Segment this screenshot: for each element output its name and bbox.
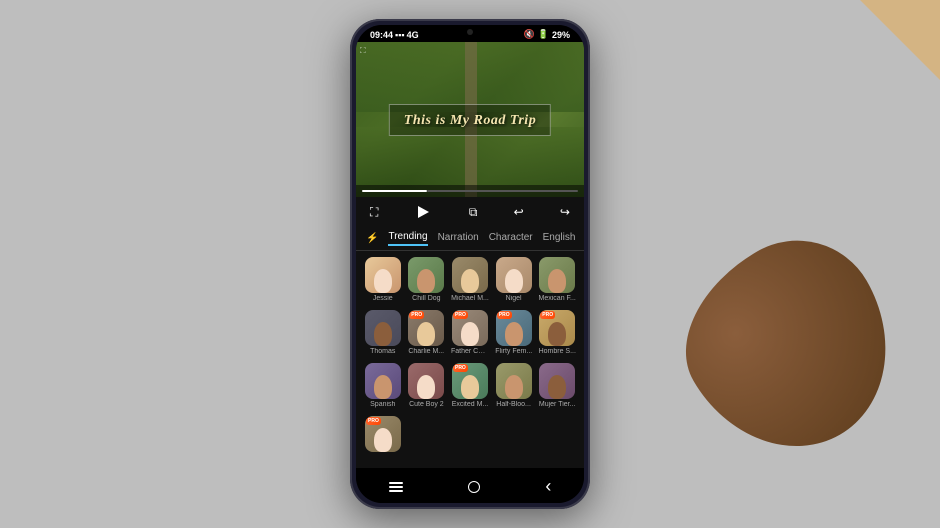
voice-thomas[interactable]: Thomas bbox=[364, 310, 402, 355]
video-title-text: This is My Road Trip bbox=[404, 113, 536, 128]
nav-home-circle bbox=[468, 481, 480, 493]
pro-badge-flirtyfem: PRO bbox=[497, 311, 512, 319]
voice-row-3: Spanish Cute Boy 2 PRO Excited M... bbox=[364, 363, 576, 408]
signal-icon: ▪▪▪ bbox=[395, 30, 405, 40]
fullscreen-icon[interactable]: ⛶ bbox=[360, 46, 366, 56]
voice-name-jessie: Jessie bbox=[364, 295, 402, 302]
timeline-progress bbox=[362, 190, 427, 192]
tab-narration[interactable]: Narration bbox=[438, 232, 479, 245]
status-bar: 09:44 ▪▪▪ 4G 🔇 🔋 29% bbox=[356, 25, 584, 42]
voice-name-halfblood: Half-Bloo... bbox=[495, 401, 533, 408]
voice-hombres[interactable]: PRO Hombre S... bbox=[539, 310, 577, 355]
voice-spanish[interactable]: Spanish bbox=[364, 363, 402, 408]
voice-avatar-extra1: PRO bbox=[365, 416, 401, 452]
voice-avatar-mexicanf bbox=[539, 257, 575, 293]
voice-name-nigel: Nigel bbox=[495, 295, 533, 302]
redo-btn[interactable]: ↪ bbox=[560, 205, 570, 219]
undo-btn[interactable]: ↩ bbox=[514, 205, 524, 219]
voice-avatar-halfblood bbox=[496, 363, 532, 399]
voice-charliem[interactable]: PRO Charlie M... bbox=[408, 310, 446, 355]
voice-avatar-mujertier bbox=[539, 363, 575, 399]
voice-name-mujertier: Mujer Tier... bbox=[538, 401, 576, 408]
phone-screen: 09:44 ▪▪▪ 4G 🔇 🔋 29% ⛶ This is My Road T… bbox=[356, 25, 584, 503]
playback-controls: ⛶ ⧉ ↩ ↪ bbox=[356, 197, 584, 227]
video-preview[interactable]: ⛶ This is My Road Trip bbox=[356, 42, 584, 197]
status-left: 09:44 ▪▪▪ 4G bbox=[370, 30, 419, 40]
voice-name-thomas: Thomas bbox=[364, 348, 402, 355]
voice-flirtyfem[interactable]: PRO Flirty Fem... bbox=[495, 310, 533, 355]
voice-fatherchr[interactable]: PRO Father Chr... bbox=[451, 310, 489, 355]
voice-grid: Jessie Chill Dog Michael M... bbox=[356, 251, 584, 468]
video-title-overlay: This is My Road Trip bbox=[389, 104, 551, 136]
voice-name-excitedm: Excited M... bbox=[451, 401, 489, 408]
voice-avatar-spanish bbox=[365, 363, 401, 399]
voice-mujertier[interactable]: Mujer Tier... bbox=[538, 363, 576, 408]
voice-excitedm[interactable]: PRO Excited M... bbox=[451, 363, 489, 408]
voice-name-cuteboy2: Cute Boy 2 bbox=[408, 401, 446, 408]
filter-icon[interactable]: ⚡ bbox=[366, 233, 378, 244]
voice-avatar-thomas bbox=[365, 310, 401, 346]
bottom-nav: ‹ bbox=[356, 468, 584, 503]
voice-row-4: PRO bbox=[364, 416, 576, 454]
voice-chilldog[interactable]: Chill Dog bbox=[408, 257, 446, 302]
nav-home-button[interactable] bbox=[468, 481, 480, 493]
copy-btn[interactable]: ⧉ bbox=[469, 205, 478, 220]
voice-halfblood[interactable]: Half-Bloo... bbox=[495, 363, 533, 408]
voice-avatar-chilldog bbox=[408, 257, 444, 293]
voice-name-fatherchr: Father Chr... bbox=[451, 348, 489, 355]
voice-avatar-jessie bbox=[365, 257, 401, 293]
voice-avatar-fatherchr: PRO bbox=[452, 310, 488, 346]
volume-icon: 🔇 bbox=[524, 29, 535, 40]
voice-avatar-charliem: PRO bbox=[408, 310, 444, 346]
pro-badge-excitedm: PRO bbox=[453, 364, 468, 372]
tab-character[interactable]: Character bbox=[489, 232, 533, 245]
voice-cuteboy2[interactable]: Cute Boy 2 bbox=[408, 363, 446, 408]
fullscreen-control-btn[interactable]: ⛶ bbox=[370, 205, 378, 220]
voice-name-chilldog: Chill Dog bbox=[408, 295, 446, 302]
tab-english[interactable]: English bbox=[543, 232, 576, 245]
voice-extra1[interactable]: PRO bbox=[364, 416, 402, 454]
battery-icon: 🔋 bbox=[538, 29, 549, 40]
voice-name-flirtyfem: Flirty Fem... bbox=[495, 348, 533, 355]
voice-avatar-nigel bbox=[496, 257, 532, 293]
tab-trending[interactable]: Trending bbox=[388, 231, 427, 246]
pro-badge-hombres: PRO bbox=[540, 311, 555, 319]
status-right: 🔇 🔋 29% bbox=[524, 29, 570, 40]
voice-tabs: ⚡ Trending Narration Character English ✓ bbox=[356, 227, 584, 251]
voice-name-spanish: Spanish bbox=[364, 401, 402, 408]
voice-name-mexicanf: Mexican F... bbox=[538, 295, 576, 302]
voice-nigel[interactable]: Nigel bbox=[495, 257, 533, 302]
timeline-strip[interactable] bbox=[356, 185, 584, 197]
phone-device: 09:44 ▪▪▪ 4G 🔇 🔋 29% ⛶ This is My Road T… bbox=[350, 19, 590, 509]
network-type: 4G bbox=[407, 30, 419, 40]
nav-back-button[interactable]: ‹ bbox=[545, 476, 551, 497]
voice-avatar-flirtyfem: PRO bbox=[496, 310, 532, 346]
voice-name-michaelm: Michael M... bbox=[451, 295, 489, 302]
voice-avatar-cuteboy2 bbox=[408, 363, 444, 399]
voice-avatar-michaelm bbox=[452, 257, 488, 293]
voice-row-1: Jessie Chill Dog Michael M... bbox=[364, 257, 576, 302]
play-button[interactable] bbox=[415, 203, 433, 221]
timeline-remaining bbox=[427, 190, 578, 192]
voice-michaelm[interactable]: Michael M... bbox=[451, 257, 489, 302]
voice-jessie[interactable]: Jessie bbox=[364, 257, 402, 302]
pro-badge-extra1: PRO bbox=[366, 417, 381, 425]
video-title-box: This is My Road Trip bbox=[389, 104, 551, 136]
play-triangle-icon bbox=[418, 206, 429, 218]
voice-avatar-hombres: PRO bbox=[539, 310, 575, 346]
pro-badge-charliem: PRO bbox=[409, 311, 424, 319]
voice-name-charliem: Charlie M... bbox=[408, 348, 446, 355]
nav-back-icon: ‹ bbox=[545, 476, 551, 497]
voice-name-hombres: Hombre S... bbox=[539, 348, 577, 355]
pro-badge-fatherchr: PRO bbox=[453, 311, 468, 319]
nav-menu-button[interactable] bbox=[389, 482, 403, 492]
voice-row-2: Thomas PRO Charlie M... PRO Father Chr..… bbox=[364, 310, 576, 355]
camera-notch bbox=[467, 29, 473, 35]
voice-avatar-excitedm: PRO bbox=[452, 363, 488, 399]
status-time: 09:44 bbox=[370, 30, 393, 40]
voice-mexicanf[interactable]: Mexican F... bbox=[538, 257, 576, 302]
battery-level: 29% bbox=[552, 30, 570, 40]
